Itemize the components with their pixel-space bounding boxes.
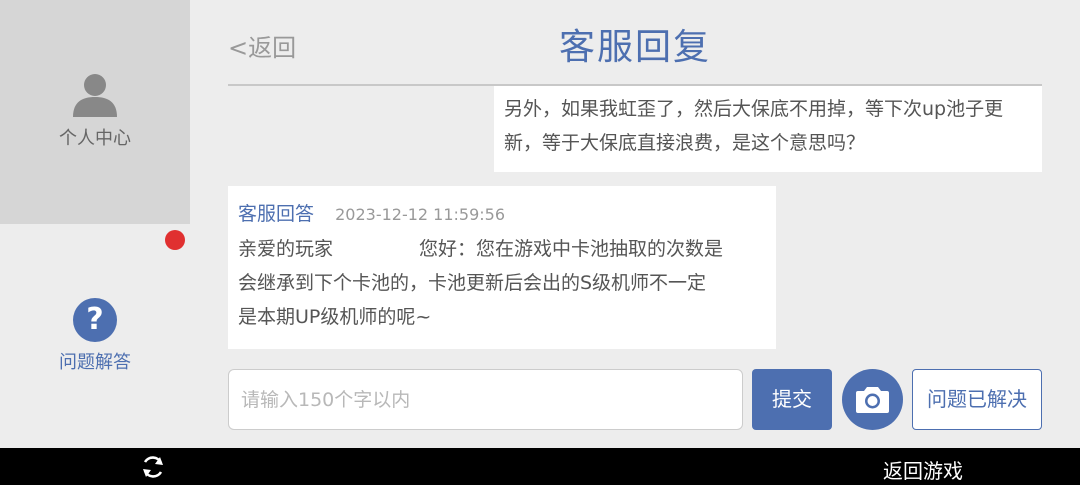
sidebar-item-faq[interactable]: ? 问题解答 [0, 290, 190, 380]
sidebar: 个人中心 ? 问题解答 [0, 0, 190, 448]
support-reply: 客服回答 2023-12-12 11:59:56 亲爱的玩家 您好：您在游戏中卡池… [228, 186, 776, 349]
reply-text-line: 是本期UP级机师的呢~ [238, 306, 432, 328]
back-to-game-button[interactable]: 返回游戏 [883, 455, 963, 484]
refresh-icon[interactable] [140, 454, 166, 480]
page-title: 客服回复 [558, 27, 711, 68]
reply-text-line: 您好：您在游戏中卡池抽取的次数是 [419, 238, 724, 260]
submit-button[interactable]: 提交 [752, 369, 832, 430]
problem-solved-button[interactable]: 问题已解决 [912, 369, 1042, 430]
person-icon [73, 74, 117, 117]
reply-header: 客服回答 2023-12-12 11:59:56 [238, 200, 764, 228]
camera-button[interactable] [842, 369, 903, 430]
user-message: 另外，如果我虹歪了，然后大保底不用掉，等下次up池子更新，等于大保底直接浪费，是… [494, 86, 1042, 172]
reply-author: 客服回答 [238, 203, 315, 225]
user-message-text: 另外，如果我虹歪了，然后大保底不用掉，等下次up池子更新，等于大保底直接浪费，是… [504, 98, 1004, 154]
notification-dot [165, 230, 185, 250]
reply-body: 亲爱的玩家 您好：您在游戏中卡池抽取的次数是 会继承到下个卡池的，卡池更新后会出的… [238, 232, 764, 334]
back-button[interactable]: <返回 [228, 28, 296, 63]
message-input[interactable] [228, 369, 743, 430]
camera-icon [856, 387, 889, 413]
sidebar-item-personal-center[interactable]: 个人中心 [0, 0, 190, 224]
sidebar-item-label: 问题解答 [59, 352, 131, 373]
question-icon: ? [73, 298, 117, 342]
reply-text-line: 会继承到下个卡池的，卡池更新后会出的S级机师不一定 [238, 272, 707, 294]
sidebar-item-label: 个人中心 [59, 128, 131, 149]
bottom-bar: 返回游戏 [0, 448, 1080, 485]
reply-greeting: 亲爱的玩家 [238, 238, 334, 260]
reply-timestamp: 2023-12-12 11:59:56 [335, 205, 506, 224]
